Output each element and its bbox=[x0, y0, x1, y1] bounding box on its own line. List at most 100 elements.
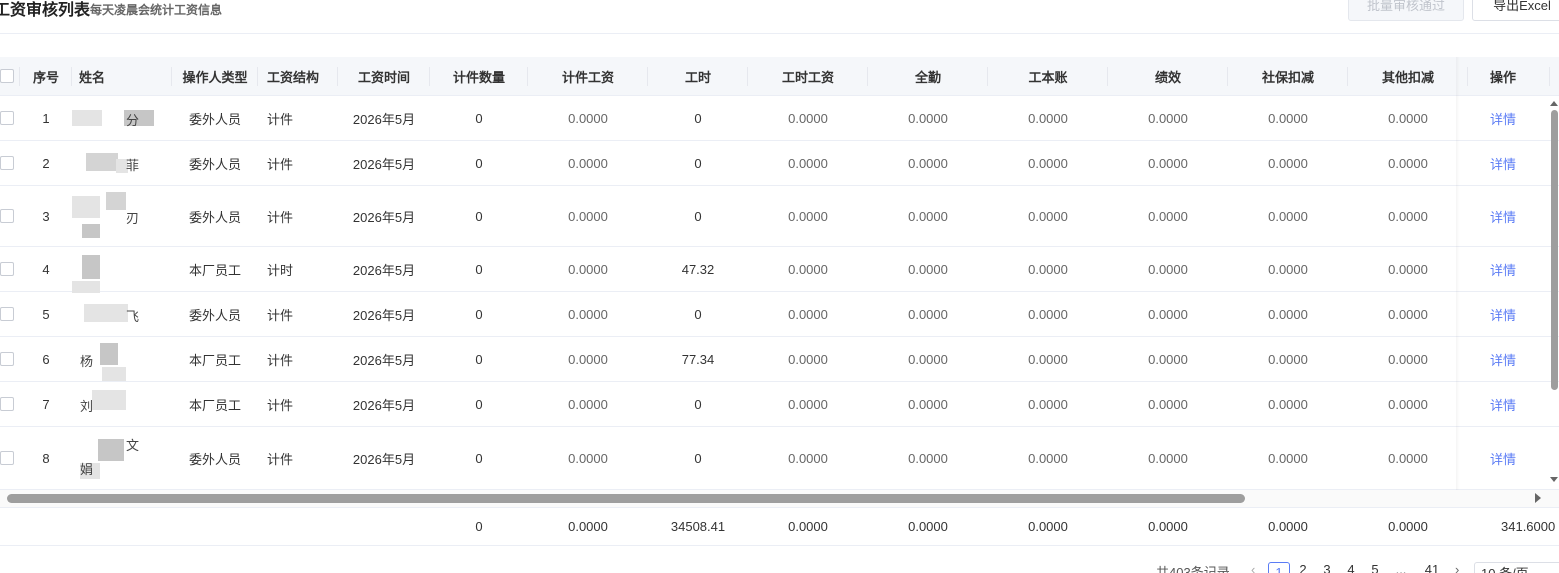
page-ellipsis[interactable]: ... bbox=[1390, 562, 1412, 573]
row-checkbox[interactable] bbox=[0, 96, 20, 140]
col-header-performance[interactable]: 绩效 bbox=[1108, 57, 1228, 95]
privacy-mosaic bbox=[84, 304, 128, 322]
cell-structure: 计件 bbox=[267, 307, 294, 323]
table-row[interactable]: 5 飞 委外人员 计件 2026年5月 0 0.0000 0 0.0000 0.0000 0.000… bbox=[0, 292, 1559, 337]
cell-hour-wage: 0.0000 bbox=[788, 110, 828, 126]
cell-index: 7 bbox=[42, 396, 50, 412]
pagination: 共403条记录 ‹ 1 2 3 4 5 ... 41 › 10 条/页 bbox=[0, 562, 1559, 573]
name-fragment: 文 bbox=[126, 438, 140, 453]
row-checkbox[interactable] bbox=[0, 382, 20, 426]
cell-other: 0.0000 bbox=[1388, 155, 1428, 171]
privacy-mosaic bbox=[72, 196, 100, 218]
page-number[interactable]: 5 bbox=[1364, 562, 1386, 573]
privacy-mosaic bbox=[82, 224, 100, 238]
cell-cost: 0.0000 bbox=[1028, 155, 1068, 171]
cell-other: 0.0000 bbox=[1388, 110, 1428, 126]
summary-hours: 34508.41 bbox=[670, 519, 726, 534]
col-header-other[interactable]: 其他扣减 bbox=[1348, 57, 1468, 95]
detail-link[interactable]: 详情 bbox=[1456, 292, 1550, 336]
row-checkbox[interactable] bbox=[0, 337, 20, 381]
col-header-month[interactable]: 工资时间 bbox=[338, 57, 430, 95]
table-row[interactable]: 2 菲 委外人员 计件 2026年5月 0 0.0000 0 0.0000 0.0000 0.000… bbox=[0, 141, 1559, 186]
cell-index: 5 bbox=[42, 306, 50, 322]
page-header: 工资审核列表 每天凌晨会统计工资信息 批量审核通过 导出Excel bbox=[0, 0, 1559, 34]
cell-social: 0.0000 bbox=[1268, 110, 1308, 126]
privacy-mosaic bbox=[106, 192, 126, 210]
col-header-piece-wage[interactable]: 计件工资 bbox=[528, 57, 648, 95]
detail-link[interactable]: 详情 bbox=[1456, 96, 1550, 140]
export-excel-button[interactable]: 导出Excel bbox=[1472, 0, 1559, 21]
col-header-hours[interactable]: 工时 bbox=[648, 57, 748, 95]
detail-link[interactable]: 详情 bbox=[1456, 247, 1550, 291]
cell-performance: 0.0000 bbox=[1148, 261, 1188, 277]
cell-name: 菲 bbox=[72, 141, 160, 185]
col-header-index[interactable]: 序号 bbox=[20, 57, 72, 95]
scroll-right-arrow-icon[interactable] bbox=[1535, 493, 1541, 503]
col-header-attendance[interactable]: 全勤 bbox=[868, 57, 988, 95]
col-header-pieces[interactable]: 计件数量 bbox=[430, 57, 528, 95]
cell-structure: 计件 bbox=[267, 209, 294, 225]
detail-link[interactable]: 详情 bbox=[1456, 141, 1550, 185]
summary-hour-wage: 0.0000 bbox=[788, 519, 828, 534]
detail-link[interactable]: 详情 bbox=[1456, 186, 1550, 246]
cell-type: 委外人员 bbox=[188, 156, 241, 172]
col-header-type[interactable]: 操作人类型 bbox=[172, 57, 258, 95]
row-checkbox[interactable] bbox=[0, 186, 20, 246]
detail-link[interactable]: 详情 bbox=[1456, 382, 1550, 426]
cell-hours: 0 bbox=[694, 396, 702, 412]
horizontal-scrollbar[interactable] bbox=[0, 490, 1559, 507]
privacy-mosaic bbox=[98, 439, 124, 461]
horizontal-scroll-thumb[interactable] bbox=[7, 494, 1245, 503]
cell-cost: 0.0000 bbox=[1028, 261, 1068, 277]
page-number[interactable]: 4 bbox=[1340, 562, 1362, 573]
table-row[interactable]: 7 刘 本厂员工 计件 2026年5月 0 0.0000 0 0.0000 0.0000 0.000… bbox=[0, 382, 1559, 427]
table-row[interactable]: 8 文娟 委外人员 计件 2026年5月 0 0.0000 0 0.0000 0.0000 0.00… bbox=[0, 427, 1559, 490]
cell-piece-wage: 0.0000 bbox=[568, 155, 608, 171]
summary-performance: 0.0000 bbox=[1148, 519, 1188, 534]
page-number[interactable]: 41 bbox=[1421, 562, 1443, 573]
page-size-select[interactable]: 10 条/页 bbox=[1474, 562, 1559, 573]
cell-cost: 0.0000 bbox=[1028, 450, 1068, 466]
cell-attendance: 0.0000 bbox=[908, 306, 948, 322]
cell-index: 1 bbox=[42, 110, 50, 126]
table-row[interactable]: 6 杨 本厂员工 计件 2026年5月 0 0.0000 77.34 0.0000 0.0000 0… bbox=[0, 337, 1559, 382]
cell-month: 2026年5月 bbox=[352, 209, 416, 225]
col-header-name[interactable]: 姓名 bbox=[70, 57, 172, 95]
vertical-scroll-thumb[interactable] bbox=[1551, 110, 1558, 390]
detail-link[interactable]: 详情 bbox=[1456, 337, 1550, 381]
row-checkbox[interactable] bbox=[0, 292, 20, 336]
cell-hour-wage: 0.0000 bbox=[788, 396, 828, 412]
cell-performance: 0.0000 bbox=[1148, 450, 1188, 466]
scroll-down-arrow-icon[interactable] bbox=[1550, 477, 1558, 482]
table-row[interactable]: 4 本厂员工 计时 2026年5月 0 0.0000 47.32 0.0000 0.0000 0.… bbox=[0, 247, 1559, 293]
cell-cost: 0.0000 bbox=[1028, 396, 1068, 412]
vertical-scrollbar[interactable] bbox=[1549, 96, 1559, 490]
page-number[interactable]: 1 bbox=[1268, 562, 1290, 573]
cell-structure: 计时 bbox=[267, 262, 294, 278]
detail-link[interactable]: 详情 bbox=[1456, 427, 1550, 489]
scroll-up-arrow-icon[interactable] bbox=[1550, 101, 1558, 106]
cell-social: 0.0000 bbox=[1268, 450, 1308, 466]
page-number[interactable]: 3 bbox=[1316, 562, 1338, 573]
cell-name: 飞 bbox=[72, 292, 160, 336]
col-header-social[interactable]: 社保扣减 bbox=[1228, 57, 1348, 95]
cell-other: 0.0000 bbox=[1388, 261, 1428, 277]
table-row[interactable]: 3 刃 委外人员 计件 2026年5月 0 0.0000 0 0.0000 0.0000 0.000… bbox=[0, 186, 1559, 247]
cell-piece-wage: 0.0000 bbox=[568, 306, 608, 322]
name-fragment: 分 bbox=[126, 112, 140, 128]
prev-page-icon[interactable]: ‹ bbox=[1251, 562, 1255, 573]
page-number[interactable]: 2 bbox=[1292, 562, 1314, 573]
batch-approve-button[interactable]: 批量审核通过 bbox=[1348, 0, 1464, 21]
col-header-structure[interactable]: 工资结构 bbox=[258, 57, 338, 95]
row-checkbox[interactable] bbox=[0, 247, 20, 291]
next-page-icon[interactable]: › bbox=[1455, 562, 1459, 573]
col-header-hour-wage[interactable]: 工时工资 bbox=[748, 57, 868, 95]
row-checkbox[interactable] bbox=[0, 427, 20, 489]
row-checkbox[interactable] bbox=[0, 141, 20, 185]
col-header-cost[interactable]: 工本账 bbox=[988, 57, 1108, 95]
table-row[interactable]: 1 分 委外人员 计件 2026年5月 0 0.0000 0 0.0000 0.0000 0.000… bbox=[0, 96, 1559, 141]
select-all-checkbox[interactable] bbox=[0, 57, 20, 95]
cell-hours: 0 bbox=[694, 155, 702, 171]
cell-index: 4 bbox=[42, 261, 50, 277]
cell-attendance: 0.0000 bbox=[908, 396, 948, 412]
